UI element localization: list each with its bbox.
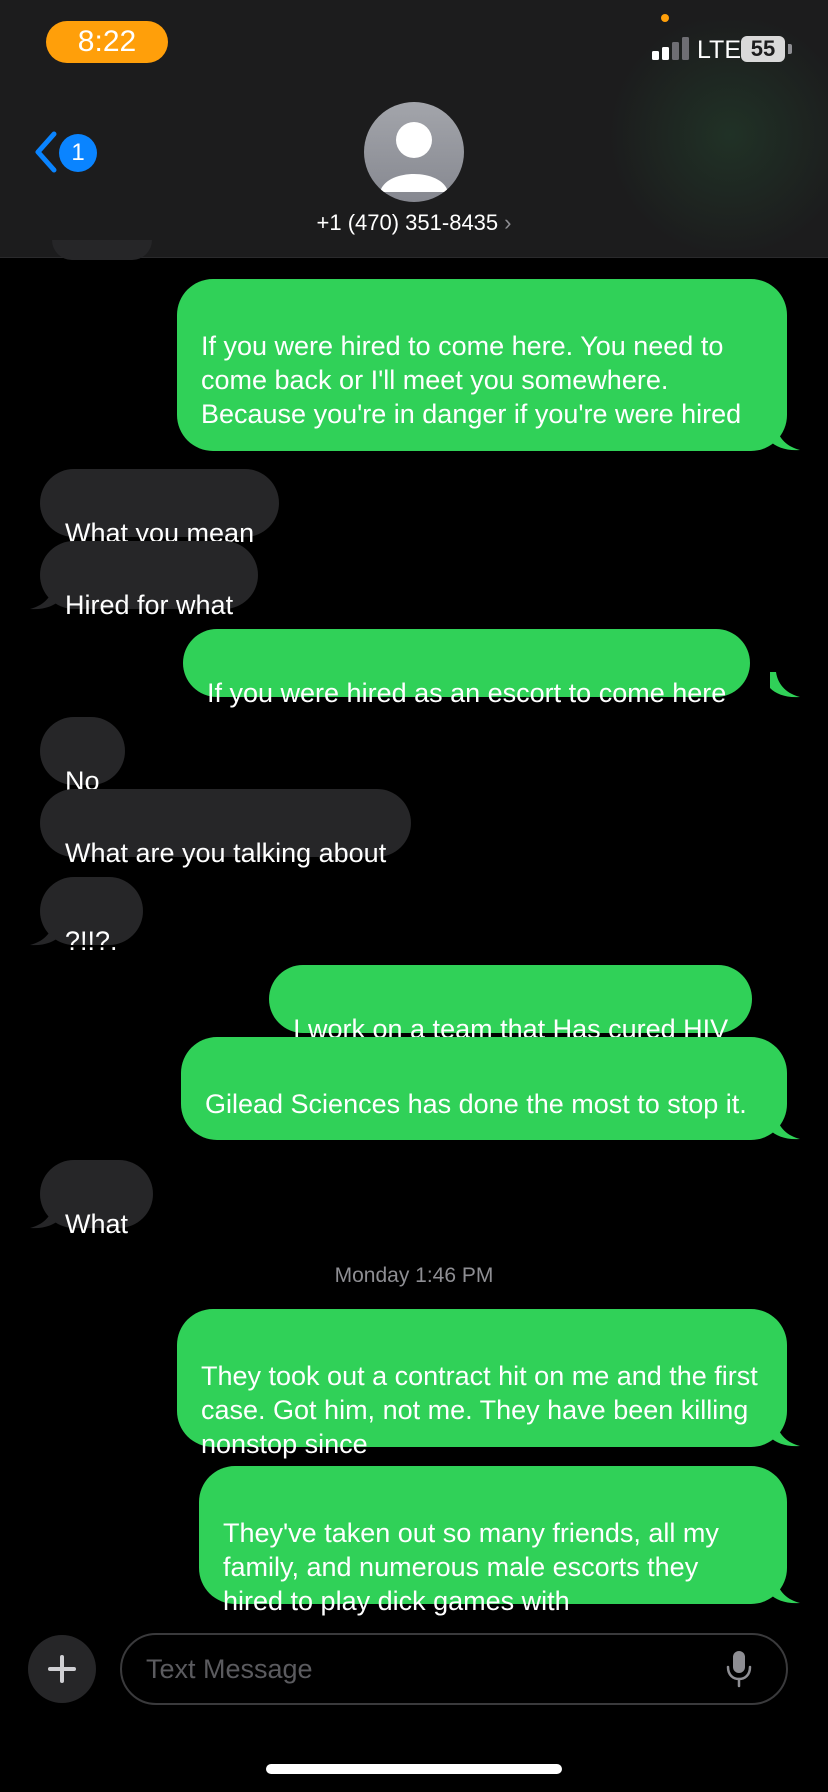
received-message-bubble[interactable]: No xyxy=(40,717,125,796)
add-attachment-button[interactable] xyxy=(28,1635,96,1703)
battery-icon: 55 xyxy=(741,36,785,62)
contact-avatar[interactable] xyxy=(364,102,464,202)
back-button[interactable]: 1 xyxy=(32,128,102,178)
message-text: They've taken out so many friends, all m… xyxy=(223,1518,719,1616)
home-indicator[interactable] xyxy=(266,1764,562,1774)
received-message-bubble[interactable]: Hired for what xyxy=(40,541,259,620)
unread-count-badge: 1 xyxy=(59,134,97,172)
person-icon xyxy=(380,122,448,192)
chevron-left-icon xyxy=(35,131,57,173)
battery-nub xyxy=(788,44,792,54)
timestamp-day: Monday xyxy=(334,1264,410,1287)
received-bubble-tail xyxy=(30,920,60,946)
message-text: What are you talking about xyxy=(65,838,387,868)
sent-bubble-tail xyxy=(770,672,800,698)
microphone-icon[interactable] xyxy=(724,1649,754,1689)
received-bubble-tail xyxy=(30,1203,60,1229)
status-time[interactable]: 8:22 xyxy=(46,21,168,63)
sent-bubble-tail xyxy=(770,1421,800,1447)
timestamp-time: 1:46 PM xyxy=(415,1264,494,1287)
received-message-bubble[interactable]: What are you talking about xyxy=(40,789,412,868)
message-text: If you were hired as an escort to come h… xyxy=(207,678,727,708)
sent-bubble-tail xyxy=(770,425,800,451)
partial-received-bubble xyxy=(52,240,152,260)
sent-message-bubble[interactable]: They've taken out so many friends, all m… xyxy=(199,1466,787,1616)
sent-bubble-tail xyxy=(770,1578,800,1604)
message-composer[interactable] xyxy=(120,1633,788,1705)
message-text: Hired for what xyxy=(65,590,234,620)
message-text: They took out a contract hit on me and t… xyxy=(201,1361,758,1459)
message-text: If you were hired to come here. You need… xyxy=(201,331,742,429)
received-message-bubble[interactable]: What you mean xyxy=(40,469,280,548)
conversation-timestamp: Monday 1:46 PM xyxy=(0,1262,828,1290)
sent-message-bubble[interactable]: Gilead Sciences has done the most to sto… xyxy=(181,1037,787,1140)
message-text: ?!!?. xyxy=(65,926,118,956)
privacy-indicator-dot xyxy=(661,14,669,22)
message-text: What xyxy=(65,1209,129,1239)
conversation-header: 8:22 LTE 55 1 +1 (470) 351-8435 › xyxy=(0,0,828,258)
cellular-signal-icon xyxy=(652,36,690,60)
contact-name-row[interactable]: +1 (470) 351-8435 › xyxy=(0,208,828,238)
sent-message-bubble[interactable]: If you were hired to come here. You need… xyxy=(177,279,787,451)
sent-message-bubble[interactable]: They took out a contract hit on me and t… xyxy=(177,1309,787,1459)
chevron-right-icon: › xyxy=(504,210,512,235)
received-bubble-tail xyxy=(30,584,60,610)
sent-message-bubble[interactable]: If you were hired as an escort to come h… xyxy=(183,629,751,708)
network-type: LTE xyxy=(697,36,741,64)
message-text: Gilead Sciences has done the most to sto… xyxy=(205,1089,747,1119)
contact-name: +1 (470) 351-8435 xyxy=(316,210,499,235)
sent-message-bubble[interactable]: I work on a team that Has cured HIV xyxy=(269,965,753,1044)
text-message-input[interactable] xyxy=(146,1649,706,1689)
sent-bubble-tail xyxy=(770,1114,800,1140)
